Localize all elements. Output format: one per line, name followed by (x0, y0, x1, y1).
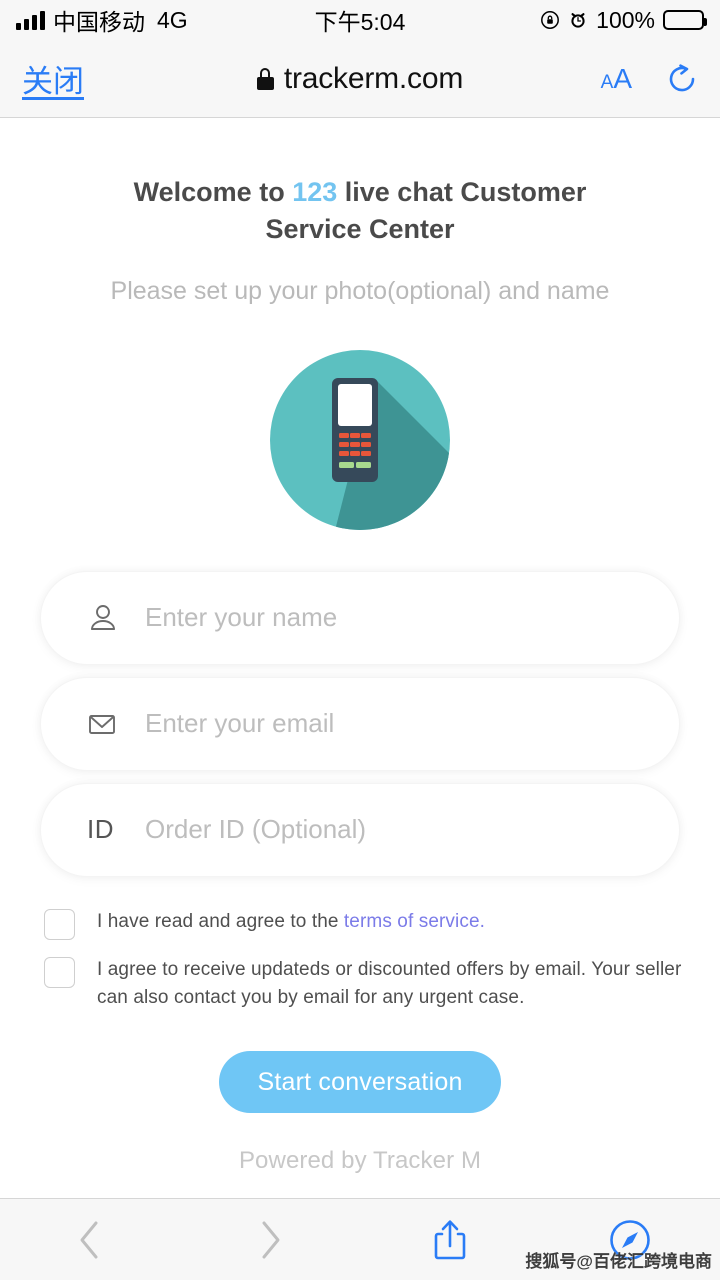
id-icon: ID (87, 814, 114, 844)
start-conversation-button[interactable]: Start conversation (219, 1051, 501, 1114)
network-type-label: 4G (157, 6, 188, 33)
name-field[interactable] (41, 571, 679, 664)
alarm-clock-icon (568, 10, 588, 30)
text-size-button[interactable]: AA (601, 63, 632, 95)
terms-text: I have read and agree to the (97, 910, 344, 932)
marketing-checkbox-label: I agree to receive updateds or discounte… (97, 958, 682, 1009)
reload-button[interactable] (666, 63, 698, 95)
order-id-field[interactable]: ID (41, 783, 679, 876)
chevron-right-icon (262, 1221, 280, 1258)
order-id-input[interactable] (145, 814, 679, 845)
battery-full-icon (663, 10, 707, 30)
text-size-large-a: A (613, 62, 632, 94)
page-subtitle: Please set up your photo(optional) and n… (110, 276, 610, 305)
phone-screen: 中国移动 4G 下午5:04 100% 关闭 trackerm.com A A … (0, 0, 720, 1280)
safari-tabs-button[interactable] (540, 1219, 720, 1261)
email-input[interactable] (145, 708, 679, 739)
status-bar-left: 中国移动 4G (16, 3, 188, 37)
terms-checkbox-label: I have read and agree to the terms of se… (97, 908, 485, 937)
page-content: Welcome to 123 live chat Customer Servic… (0, 118, 720, 1198)
browser-bottom-toolbar: 搜狐号@百佬汇跨境电商 (0, 1198, 720, 1280)
status-bar-right: 100% (540, 6, 707, 34)
person-icon (87, 602, 127, 634)
share-button[interactable] (360, 1216, 540, 1264)
mobile-phone-illustration[interactable] (270, 349, 450, 530)
battery-percent-label: 100% (596, 6, 655, 33)
title-prefix: Welcome to (133, 177, 293, 207)
close-button[interactable]: 关闭 (22, 56, 84, 101)
lock-icon (256, 67, 274, 90)
browser-actions: AA (601, 63, 698, 95)
status-bar: 中国移动 4G 下午5:04 100% (0, 0, 720, 40)
page-title: Welcome to 123 live chat Customer Servic… (100, 174, 620, 249)
title-highlight: 123 (292, 177, 338, 207)
back-button[interactable] (0, 1217, 180, 1263)
share-icon (434, 1219, 466, 1259)
powered-by-label: Powered by Tracker M (238, 1147, 482, 1175)
marketing-checkbox-row[interactable]: I agree to receive updateds or discounte… (44, 956, 684, 1014)
url-text: trackerm.com (283, 61, 464, 95)
marketing-checkbox[interactable] (44, 956, 75, 988)
terms-checkbox[interactable] (44, 908, 75, 940)
envelope-icon (87, 709, 127, 739)
safari-compass-icon (610, 1219, 650, 1260)
signal-bars-icon (16, 10, 45, 30)
chevron-left-icon (80, 1221, 98, 1258)
terms-checkbox-row[interactable]: I have read and agree to the terms of se… (44, 908, 684, 940)
name-input[interactable] (145, 602, 679, 633)
browser-toolbar: 关闭 trackerm.com AA (0, 40, 720, 118)
terms-of-service-link[interactable]: terms of service. (344, 911, 485, 932)
text-size-small-a: A (600, 71, 614, 93)
email-field[interactable] (41, 677, 679, 770)
forward-button[interactable] (180, 1217, 360, 1263)
consent-section: I have read and agree to the terms of se… (36, 908, 684, 1030)
signup-form: ID (41, 571, 679, 890)
carrier-label: 中国移动 (53, 9, 145, 35)
rotation-lock-icon (540, 10, 560, 30)
